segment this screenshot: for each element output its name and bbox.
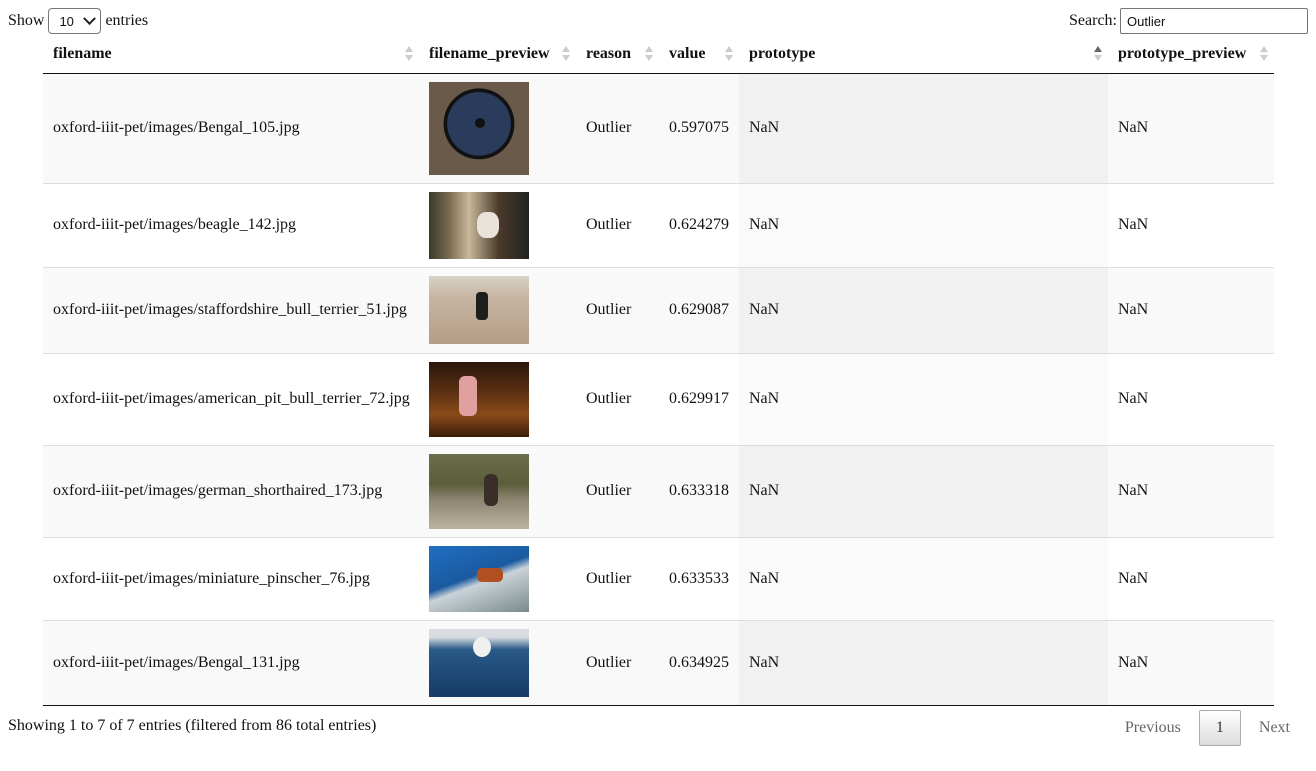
reason-cell: Outlier [576, 352, 659, 445]
chevron-down-icon [83, 11, 97, 25]
search-control: Search: Outlier [1069, 8, 1308, 34]
preview-cell [419, 444, 576, 537]
table-controls: Show 10 entries Search: Outlier [8, 8, 1308, 36]
sort-icon [405, 46, 413, 62]
page-1-button[interactable]: 1 [1198, 710, 1241, 746]
dog-thumbnail-image [429, 276, 529, 344]
prototype-preview-cell: NaN [1108, 619, 1274, 706]
column-header-prototype-preview[interactable]: prototype_preview [1108, 36, 1274, 74]
prototype-preview-cell: NaN [1108, 444, 1274, 537]
page-length-select[interactable]: 10 [48, 8, 102, 34]
prototype-cell: NaN [739, 182, 1108, 267]
value-cell: 0.629087 [659, 266, 739, 353]
value-cell: 0.629917 [659, 352, 739, 445]
column-header-prototype[interactable]: prototype [739, 36, 1108, 74]
dog-thumbnail-image [429, 545, 529, 612]
reason-cell: Outlier [576, 444, 659, 537]
prototype-cell: NaN [739, 266, 1108, 353]
results-table: filename filename_preview reason value p… [43, 36, 1274, 706]
reason-cell: Outlier [576, 266, 659, 353]
preview-cell [419, 182, 576, 267]
prototype-cell: NaN [739, 444, 1108, 537]
filename-cell: oxford-iiit-pet/images/Bengal_131.jpg [43, 619, 419, 706]
next-page-button[interactable]: Next [1245, 719, 1304, 737]
prototype-cell: NaN [739, 536, 1108, 620]
sort-icon [1260, 46, 1268, 62]
cat-thumbnail-image [429, 628, 529, 697]
dog-thumbnail-image [429, 191, 529, 259]
prototype-preview-cell: NaN [1108, 266, 1274, 353]
prototype-preview-cell: NaN [1108, 536, 1274, 620]
prototype-preview-cell: NaN [1108, 352, 1274, 445]
prototype-preview-cell: NaN [1108, 73, 1274, 183]
table-info: Showing 1 to 7 of 7 entries (filtered fr… [8, 717, 377, 734]
filename-cell: oxford-iiit-pet/images/german_shorthaire… [43, 444, 419, 537]
column-header-filename[interactable]: filename [43, 36, 419, 74]
page-length-value: 10 [59, 13, 74, 29]
column-header-reason[interactable]: reason [576, 36, 659, 74]
sort-ascending-icon [1094, 46, 1102, 62]
column-header-label: value [669, 45, 706, 63]
preview-cell [419, 73, 576, 183]
column-header-label: reason [586, 45, 632, 63]
prototype-cell: NaN [739, 73, 1108, 183]
previous-page-button[interactable]: Previous [1111, 719, 1195, 737]
prototype-cell: NaN [739, 619, 1108, 706]
preview-cell [419, 266, 576, 353]
sort-icon [725, 46, 733, 62]
filename-cell: oxford-iiit-pet/images/miniature_pinsche… [43, 536, 419, 620]
reason-cell: Outlier [576, 619, 659, 706]
reason-cell: Outlier [576, 73, 659, 183]
search-value: Outlier [1127, 13, 1166, 29]
prototype-preview-cell: NaN [1108, 182, 1274, 267]
pagination: Previous 1 Next [1111, 710, 1304, 746]
table-row: oxford-iiit-pet/images/german_shorthaire… [43, 444, 1274, 537]
column-header-value[interactable]: value [659, 36, 739, 74]
show-label: Show [8, 12, 45, 29]
table-row: oxford-iiit-pet/images/american_pit_bull… [43, 352, 1274, 445]
column-header-label: prototype [749, 45, 816, 63]
value-cell: 0.624279 [659, 182, 739, 267]
column-header-filename-preview[interactable]: filename_preview [419, 36, 576, 74]
filename-cell: oxford-iiit-pet/images/Bengal_105.jpg [43, 73, 419, 183]
cat-thumbnail-image [429, 81, 529, 175]
header-row: filename filename_preview reason value p… [43, 36, 1274, 74]
column-header-label: filename_preview [429, 45, 550, 63]
dog-thumbnail-image [429, 453, 529, 529]
search-input[interactable]: Outlier [1120, 8, 1308, 34]
preview-cell [419, 352, 576, 445]
preview-cell [419, 619, 576, 706]
value-cell: 0.633318 [659, 444, 739, 537]
dog-thumbnail-image [429, 361, 529, 437]
filename-cell: oxford-iiit-pet/images/american_pit_bull… [43, 352, 419, 445]
column-header-label: filename [53, 45, 112, 63]
value-cell: 0.634925 [659, 619, 739, 706]
table-row: oxford-iiit-pet/images/miniature_pinsche… [43, 536, 1274, 620]
table-row: oxford-iiit-pet/images/Bengal_105.jpg Ou… [43, 73, 1274, 183]
column-header-label: prototype_preview [1118, 45, 1247, 63]
search-label: Search: [1069, 12, 1117, 29]
preview-cell [419, 536, 576, 620]
value-cell: 0.633533 [659, 536, 739, 620]
prototype-cell: NaN [739, 352, 1108, 445]
filename-cell: oxford-iiit-pet/images/beagle_142.jpg [43, 182, 419, 267]
entries-label: entries [105, 12, 149, 29]
table-row: oxford-iiit-pet/images/beagle_142.jpg Ou… [43, 182, 1274, 267]
reason-cell: Outlier [576, 182, 659, 267]
sort-icon [645, 46, 653, 62]
table-row: oxford-iiit-pet/images/staffordshire_bul… [43, 266, 1274, 353]
filename-cell: oxford-iiit-pet/images/staffordshire_bul… [43, 266, 419, 353]
page-length-control: Show 10 entries [8, 8, 148, 34]
value-cell: 0.597075 [659, 73, 739, 183]
sort-icon [562, 46, 570, 62]
table-row: oxford-iiit-pet/images/Bengal_131.jpg Ou… [43, 619, 1274, 706]
reason-cell: Outlier [576, 536, 659, 620]
